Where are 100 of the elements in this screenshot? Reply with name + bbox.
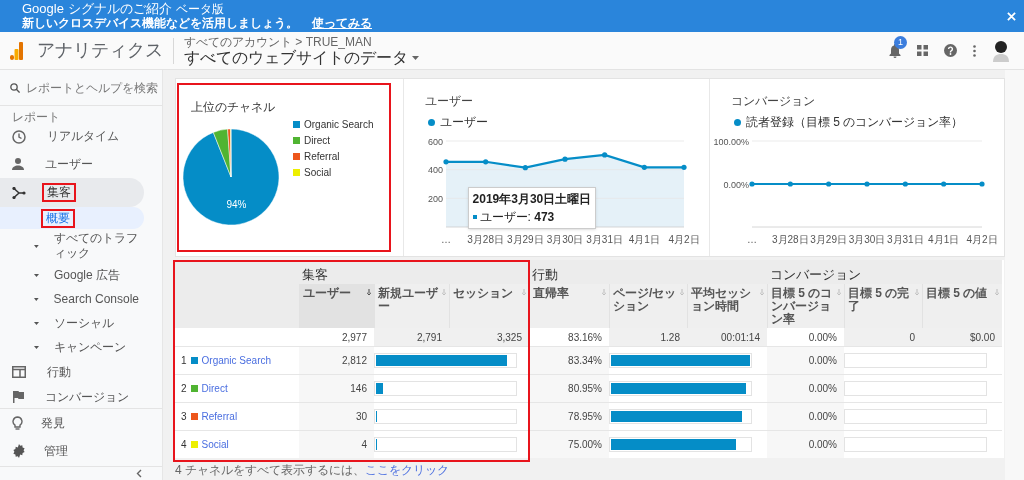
column-header[interactable]: 新規ユーザー xyxy=(374,284,449,328)
axis-label: 3月31日 xyxy=(585,234,623,245)
avatar[interactable] xyxy=(992,39,1010,62)
lightbulb-icon xyxy=(12,415,23,431)
legend-swatch xyxy=(293,137,300,144)
show-all-link[interactable]: ここをクリック xyxy=(365,463,449,477)
settings-icon xyxy=(12,444,26,458)
data-point xyxy=(443,159,449,165)
tooltip-title: 2019年3月30日土曜日 xyxy=(472,191,592,208)
close-icon[interactable] xyxy=(1007,11,1016,21)
total-cell: 3,325 xyxy=(449,328,529,346)
nav-label: 行動 xyxy=(46,363,72,381)
channel-link[interactable]: Direct xyxy=(201,381,228,396)
beta-label: ベータ版 xyxy=(175,2,224,16)
nav-item[interactable]: 管理 xyxy=(0,437,162,465)
slice-label: 94% xyxy=(226,199,247,211)
data-point xyxy=(979,181,985,187)
card-title: ユーザー xyxy=(424,94,473,108)
nav-subitem[interactable]: Google 広告 xyxy=(0,263,144,287)
view-selector[interactable]: すべてのウェブサイトのデータ xyxy=(184,49,419,66)
table-cell: 4 xyxy=(299,430,374,458)
table-cell: 2,812 xyxy=(299,346,374,374)
search-field[interactable]: レポートとヘルプを検索 xyxy=(26,78,162,97)
nav-subitem[interactable]: Search Console xyxy=(0,287,144,311)
data-point xyxy=(864,181,870,187)
nav-item[interactable]: ユーザー xyxy=(0,150,144,178)
nav-item[interactable]: 集客 xyxy=(0,178,144,207)
column-header[interactable]: ユーザー xyxy=(299,284,374,328)
axis-label: 400 xyxy=(427,165,443,176)
nav-subitem[interactable]: 概要 xyxy=(0,207,144,229)
legend-swatch xyxy=(293,153,300,160)
column-header[interactable]: 目標 5 の値 xyxy=(922,284,1002,328)
channel-link[interactable]: Organic Search xyxy=(201,353,272,368)
nav-subitem[interactable]: ソーシャル xyxy=(0,311,144,335)
nav-item[interactable]: 発見 xyxy=(0,409,162,437)
row-number: 2 xyxy=(181,382,187,396)
column-header[interactable]: ページ/セッション xyxy=(609,284,687,328)
axis-label: 3月28日 xyxy=(772,234,809,245)
channel-link[interactable]: Social xyxy=(201,437,229,452)
data-point xyxy=(522,165,528,171)
legend-label: Social xyxy=(304,166,332,180)
legend-label: Organic Search xyxy=(304,118,374,132)
nav-label: 管理 xyxy=(44,443,68,460)
column-header[interactable]: 直帰率 xyxy=(529,284,609,328)
legend-swatch xyxy=(293,121,300,128)
card-title: コンバージョン xyxy=(731,94,815,108)
data-point xyxy=(826,181,832,187)
data-point xyxy=(641,164,647,170)
nav-label: Search Console xyxy=(52,290,140,308)
notifications-icon[interactable] xyxy=(889,43,901,58)
axis-label: 3月28日 xyxy=(466,234,504,245)
nav-item[interactable]: リアルタイム xyxy=(0,123,144,150)
total-cell: 0 xyxy=(844,328,922,346)
caret-icon xyxy=(34,320,39,326)
clock-icon xyxy=(12,129,26,144)
data-point xyxy=(902,181,908,187)
nav-label: リアルタイム xyxy=(46,128,120,145)
sort-arrow-icon xyxy=(367,289,371,295)
axis-label: … xyxy=(747,234,757,245)
tooltip-value: ユーザー: 473 xyxy=(479,209,555,226)
table-cell: 0.00% xyxy=(767,374,844,402)
axis-label: 3月30日 xyxy=(848,234,886,245)
more-icon[interactable] xyxy=(973,44,976,57)
axis-label: 4月2日 xyxy=(668,234,700,245)
legend-swatch xyxy=(472,215,477,219)
banner-message: 新しいクロスデバイス機能などを活用しましょう。 xyxy=(22,16,298,30)
apps-icon[interactable] xyxy=(917,45,928,56)
axis-label: 3月31日 xyxy=(887,234,924,245)
caret-icon xyxy=(34,344,39,350)
column-header[interactable]: セッション xyxy=(449,284,529,328)
table-cell: 83.34% xyxy=(529,346,609,374)
channel-link[interactable]: Referral xyxy=(201,409,238,424)
flag-icon xyxy=(12,391,24,403)
nav-item[interactable]: 行動 xyxy=(0,359,144,385)
nav-subitem[interactable]: キャンペーン xyxy=(0,335,144,359)
data-point xyxy=(749,181,755,187)
legend-label: Direct xyxy=(304,134,331,148)
axis-label: 4月1日 xyxy=(928,234,960,245)
data-point xyxy=(787,181,793,187)
axis-label: 100.00% xyxy=(713,136,749,147)
nav-subitem[interactable]: すべてのトラフィック xyxy=(0,229,144,263)
nav-item[interactable]: コンバージョン xyxy=(0,385,144,408)
window-icon xyxy=(12,366,26,378)
table-cell: 0.00% xyxy=(767,402,844,430)
legend-label: 読者登録（目標 5 のコンバージョン率） xyxy=(746,114,964,131)
column-header[interactable]: 平均セッション時間 xyxy=(687,284,767,328)
section-label: レポート xyxy=(12,110,60,124)
column-header[interactable]: 目標 5 のコンバージョン率 xyxy=(767,284,844,328)
try-link[interactable]: 使ってみる xyxy=(312,16,372,30)
table-cell: 146 xyxy=(299,374,374,402)
footnote: 4 チャネルをすべて表示するには、ここをクリック xyxy=(175,463,450,477)
data-point xyxy=(601,152,607,158)
data-point xyxy=(562,156,568,162)
table-cell: 0.00% xyxy=(767,346,844,374)
collapse-icon[interactable] xyxy=(136,469,142,478)
nav-label: キャンペーン xyxy=(53,338,127,356)
legend-label: Referral xyxy=(304,150,340,164)
column-header[interactable]: 目標 5 の完了 xyxy=(844,284,922,328)
nav-label: 集客 xyxy=(42,183,76,202)
help-icon[interactable] xyxy=(944,44,957,57)
